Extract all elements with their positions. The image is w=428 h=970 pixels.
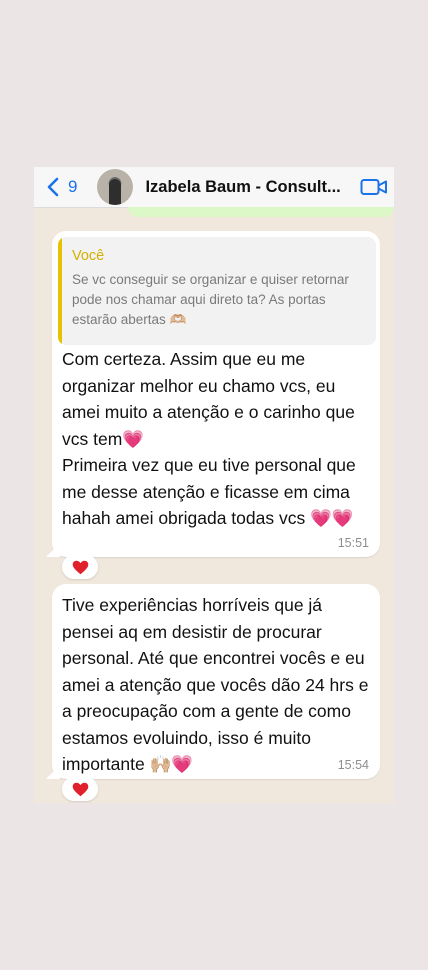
bubble-tail: [46, 765, 60, 779]
message-bubble-incoming[interactable]: Tive experiências horríveis que já pense…: [46, 584, 380, 779]
back-button[interactable]: 9: [46, 177, 77, 197]
message-time: 15:51: [337, 536, 369, 550]
quoted-reply[interactable]: Você Se vc conseguir se organizar e quis…: [58, 237, 376, 345]
quote-bar: [58, 237, 62, 345]
chat-screen: 9 Izabela Baum - Consult... Você Se vc c…: [34, 167, 394, 803]
message-time: 15:54: [337, 758, 369, 772]
chevron-left-icon: [47, 177, 59, 197]
contact-name[interactable]: Izabela Baum - Consult...: [145, 178, 360, 197]
chat-header: 9 Izabela Baum - Consult...: [34, 167, 394, 208]
bubble-tail: [46, 543, 60, 557]
message-text: Tive experiências horríveis que já pense…: [62, 595, 369, 774]
video-camera-icon: [360, 179, 387, 195]
heart-icon: [72, 782, 88, 796]
quote-author: Você: [72, 248, 105, 264]
quote-text: Se vc conseguir se organizar e quiser re…: [72, 272, 349, 327]
heart-icon: [72, 560, 88, 574]
message-bubble-incoming[interactable]: Você Se vc conseguir se organizar e quis…: [46, 231, 380, 557]
video-call-button[interactable]: [360, 177, 388, 197]
reaction-badge[interactable]: [62, 777, 98, 801]
previous-outgoing-bubble: [128, 207, 394, 217]
avatar[interactable]: [97, 169, 134, 205]
message-text: Com certeza. Assim que eu me organizar m…: [62, 349, 356, 528]
unread-count: 9: [68, 177, 78, 196]
reaction-badge[interactable]: [62, 555, 98, 579]
